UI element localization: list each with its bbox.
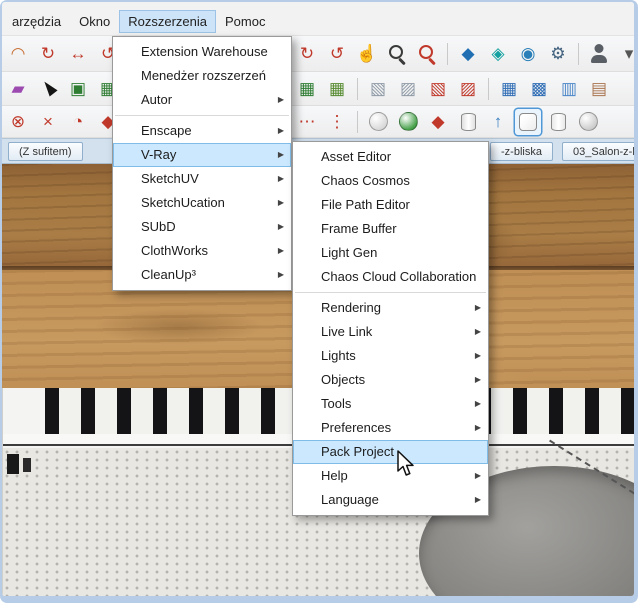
vray-decal-tool-icon[interactable]	[515, 108, 541, 135]
style-back-edges-icon[interactable]: ▨	[395, 76, 421, 102]
mouse-cursor	[397, 450, 414, 476]
axes-tool-icon[interactable]: ⊗	[5, 109, 31, 135]
menu-item-extension-warehouse[interactable]: Extension Warehouse	[113, 40, 291, 64]
toolbar-row-3: ⊗ × ◔ ◆ ⋯ ⋮ ◆ ↑	[2, 106, 634, 138]
vray-sphere-object-icon[interactable]	[365, 109, 391, 135]
style-material-icon[interactable]: ▤	[586, 76, 612, 102]
pan-tool-icon[interactable]: ☝	[354, 41, 380, 67]
menu-item-sketchuv[interactable]: SketchUV	[113, 167, 291, 191]
menu-item-autor[interactable]: Autor	[113, 88, 291, 112]
app-area: arzędzia Okno Rozszerzenia Pomoc ◠ ↻ ↔ ↺ ↻ ↺…	[2, 2, 634, 596]
move-tool-icon[interactable]: ↔	[65, 41, 91, 67]
edge-extensions-style-icon[interactable]: ⋮	[324, 109, 350, 135]
menu-item-lights[interactable]: Lights	[293, 344, 488, 368]
zoom-tool-icon[interactable]	[384, 41, 410, 67]
menu-item-pack-project[interactable]: Pack Project	[293, 440, 488, 464]
menubar-item-pomoc[interactable]: Pomoc	[217, 11, 273, 32]
make-component-icon[interactable]: ▣	[65, 76, 91, 102]
vray-proxy-object-icon[interactable]: ◆	[425, 109, 451, 135]
menu-separator	[115, 115, 289, 116]
menu-item-cleanup[interactable]: CleanUp³	[113, 263, 291, 287]
menubar: arzędzia Okno Rozszerzenia Pomoc	[2, 2, 634, 36]
toolbar-separator	[357, 110, 358, 133]
menu-item-clothworks[interactable]: ClothWorks	[113, 239, 291, 263]
vray-dome-light-icon[interactable]	[395, 109, 421, 135]
scenes-update-icon[interactable]: ▦	[324, 76, 350, 102]
scene-tab-03-salon[interactable]: 03_Salon-z-k	[562, 142, 634, 161]
menu-item-chaos-cosmos[interactable]: Chaos Cosmos	[293, 169, 488, 193]
dimensions-tool-icon[interactable]: ×	[35, 109, 61, 135]
style-xray-icon[interactable]: ▧	[365, 76, 391, 102]
toolbar-separator	[578, 42, 579, 65]
toolbar-separator	[357, 77, 358, 100]
menu-item-asset-editor[interactable]: Asset Editor	[293, 145, 488, 169]
vray-batch-render-icon[interactable]: ◉	[515, 41, 541, 67]
menubar-item-okno[interactable]: Okno	[71, 11, 118, 32]
zoom-extents-icon[interactable]	[414, 41, 440, 67]
elevation-block	[7, 454, 19, 474]
vray-settings-icon[interactable]: ⚙	[545, 41, 571, 67]
extensions-menu: Extension Warehouse Menedżer rozszerzeń …	[112, 36, 292, 291]
menu-item-enscape[interactable]: Enscape	[113, 119, 291, 143]
section-plane-icon[interactable]: ▰	[5, 76, 31, 102]
account-menu-chevron-icon[interactable]: ▾	[616, 41, 634, 67]
toolbar-separator	[447, 42, 448, 65]
scene-tab-z-sufitem[interactable]: (Z sufitem)	[8, 142, 83, 161]
vray-interactive-render-icon[interactable]: ◈	[485, 41, 511, 67]
menu-item-menedzer-rozszerzen[interactable]: Menedżer rozszerzeń	[113, 64, 291, 88]
style-wireframe-icon[interactable]: ▧	[425, 76, 451, 102]
style-textured-icon[interactable]: ▩	[526, 76, 552, 102]
menu-item-chaos-cloud-collaboration[interactable]: Chaos Cloud Collaboration	[293, 265, 488, 289]
menu-item-frame-buffer[interactable]: Frame Buffer	[293, 217, 488, 241]
menu-item-help[interactable]: Help	[293, 464, 488, 488]
vray-submenu: Asset Editor Chaos Cosmos File Path Edit…	[292, 141, 489, 516]
vray-cup-object-icon[interactable]	[455, 109, 481, 135]
menu-separator	[295, 292, 486, 293]
protractor-tool-icon[interactable]: ◔	[65, 109, 91, 135]
vray-cylinder-object-icon[interactable]	[545, 109, 571, 135]
toolbar-row-2: ▰ ▣ ▦ ▦ ▦ ▧ ▨ ▧ ▨ ▦ ▩ ▥ ▤	[2, 72, 634, 106]
sketchup-window: arzędzia Okno Rozszerzenia Pomoc ◠ ↻ ↔ ↺ ↻ ↺…	[0, 0, 638, 603]
vray-mesh-light-icon[interactable]	[575, 109, 601, 135]
toolbar-separator	[488, 77, 489, 100]
look-around-tool-icon[interactable]: ↺	[324, 41, 350, 67]
menu-item-light-gen[interactable]: Light Gen	[293, 241, 488, 265]
orbit-tool-icon[interactable]: ↻	[294, 41, 320, 67]
signin-account-icon[interactable]	[586, 41, 612, 67]
menu-item-live-link[interactable]: Live Link	[293, 320, 488, 344]
menu-item-tools[interactable]: Tools	[293, 392, 488, 416]
scenes-add-icon[interactable]: ▦	[294, 76, 320, 102]
style-monochrome-icon[interactable]: ▥	[556, 76, 582, 102]
menu-item-objects[interactable]: Objects	[293, 368, 488, 392]
menu-item-preferences[interactable]: Preferences	[293, 416, 488, 440]
menu-item-subd[interactable]: SUbD	[113, 215, 291, 239]
vray-asset-editor-icon[interactable]: ◆	[455, 41, 481, 67]
style-hidden-line-icon[interactable]: ▨	[455, 76, 481, 102]
scene-tab-z-bliska[interactable]: -z-bliska	[490, 142, 553, 161]
menubar-item-narzedzia[interactable]: arzędzia	[4, 11, 69, 32]
elevation-block	[23, 458, 31, 472]
edge-endpoints-style-icon[interactable]: ⋯	[294, 109, 320, 135]
offset-tool-icon[interactable]: ◠	[5, 41, 31, 67]
menubar-item-rozszerzenia[interactable]: Rozszerzenia	[119, 10, 216, 33]
vray-elevation-icon[interactable]: ↑	[485, 109, 511, 135]
menu-item-file-path-editor[interactable]: File Path Editor	[293, 193, 488, 217]
menu-item-language[interactable]: Language	[293, 488, 488, 512]
toolbar-row-1: ◠ ↻ ↔ ↺ ↻ ↺ ☝ ◆ ◈ ◉ ⚙ ▾	[2, 36, 634, 72]
menu-item-sketchucation[interactable]: SketchUcation	[113, 191, 291, 215]
menu-item-v-ray[interactable]: V-Ray	[113, 143, 291, 167]
select-tool-icon[interactable]	[35, 76, 61, 102]
followme-tool-icon[interactable]: ↻	[35, 41, 61, 67]
style-shaded-icon[interactable]: ▦	[496, 76, 522, 102]
menu-item-rendering[interactable]: Rendering	[293, 296, 488, 320]
